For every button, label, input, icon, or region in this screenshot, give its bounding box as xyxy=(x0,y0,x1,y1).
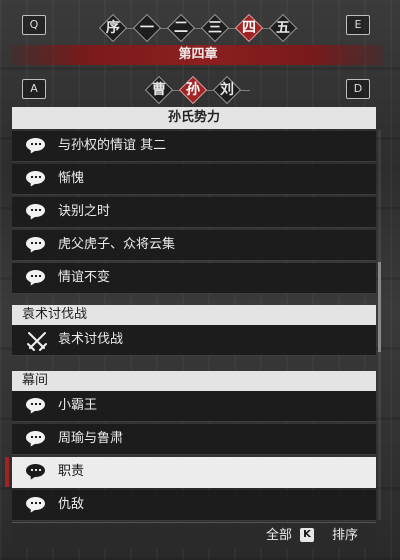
list-item[interactable]: 周瑜与鲁肃 xyxy=(12,424,376,455)
tab-chapter-1[interactable]: 一 xyxy=(134,15,160,41)
crossed-swords-icon xyxy=(26,331,47,351)
section-header-yuan-shu-campaign: 袁术讨伐战 xyxy=(12,305,376,325)
list-item[interactable]: 小霸王 xyxy=(12,391,376,422)
list-item-selected[interactable]: 职责 xyxy=(5,457,376,488)
speech-bubble-icon xyxy=(26,430,46,448)
section-header-sun-faction: 孙氏势力 xyxy=(12,107,376,129)
next-chapter-key-e[interactable]: E xyxy=(346,15,370,35)
chapter-title: 第四章 xyxy=(12,45,384,65)
selection-marker xyxy=(5,457,9,487)
speech-bubble-icon xyxy=(26,496,46,514)
tab-chapter-3[interactable]: 三 xyxy=(202,15,228,41)
scrollbar-thumb[interactable] xyxy=(378,262,381,352)
tab-faction-liu[interactable]: 刘 xyxy=(214,77,240,103)
list-item[interactable]: 诀别之时 xyxy=(12,197,376,228)
list-item[interactable]: 虎父虎子、众将云集 xyxy=(12,230,376,261)
speech-bubble-icon xyxy=(26,137,46,155)
filter-all-button[interactable]: 全部 xyxy=(266,523,292,549)
speech-bubble-icon xyxy=(26,203,46,221)
list-item-battle[interactable]: 袁术讨伐战 xyxy=(12,325,376,356)
chapter-tabs: 序 一 二 三 四 五 xyxy=(96,15,300,41)
next-faction-key-d[interactable]: D xyxy=(346,79,370,99)
prev-faction-key-a[interactable]: A xyxy=(22,79,46,99)
tab-chapter-2[interactable]: 二 xyxy=(168,15,194,41)
list-item[interactable]: 仇敌 xyxy=(12,490,376,521)
list-item[interactable]: 情谊不变 xyxy=(12,263,376,294)
speech-bubble-icon xyxy=(26,170,46,188)
list-item[interactable]: 与孙权的情谊 其二 xyxy=(12,131,376,162)
tab-faction-cao[interactable]: 曹 xyxy=(146,77,172,103)
section-header-interlude: 幕间 xyxy=(12,371,376,391)
speech-bubble-icon xyxy=(26,463,46,481)
faction-tabs: 曹 孙 刘 xyxy=(142,77,244,103)
tab-chapter-5[interactable]: 五 xyxy=(270,15,296,41)
sort-button[interactable]: 排序 xyxy=(332,523,358,549)
sort-key-k[interactable]: K xyxy=(300,528,314,542)
speech-bubble-icon xyxy=(26,236,46,254)
speech-bubble-icon xyxy=(26,397,46,415)
tab-faction-sun[interactable]: 孙 xyxy=(180,77,206,103)
prev-chapter-key-q[interactable]: Q xyxy=(22,15,46,35)
speech-bubble-icon xyxy=(26,269,46,287)
list-item[interactable]: 惭愧 xyxy=(12,164,376,195)
tab-chapter-prologue[interactable]: 序 xyxy=(100,15,126,41)
footer-bar: 全部 K 排序 xyxy=(12,522,376,549)
tab-chapter-4[interactable]: 四 xyxy=(236,15,262,41)
